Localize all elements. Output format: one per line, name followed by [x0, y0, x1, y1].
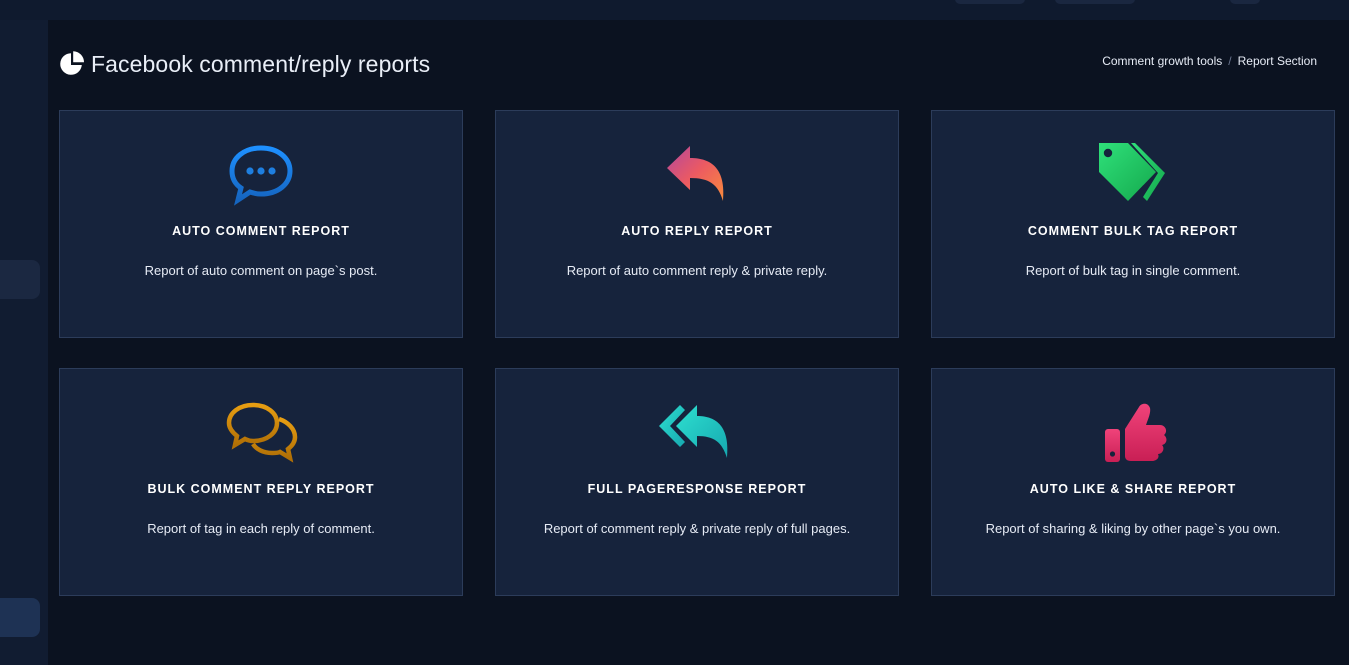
sidebar — [0, 20, 48, 665]
comment-dots-icon — [229, 145, 293, 206]
sidebar-item[interactable] — [0, 260, 40, 299]
breadcrumb-item-report-section: Report Section — [1237, 54, 1317, 68]
top-navbar — [0, 0, 1349, 20]
thumbs-up-icon — [1105, 403, 1167, 462]
breadcrumb: Comment growth tools / Report Section — [1102, 54, 1317, 68]
card-title: FULL PAGERESPONSE REPORT — [587, 482, 807, 496]
comments-icon — [226, 402, 298, 463]
breadcrumb-item-comment-growth-tools[interactable]: Comment growth tools — [1102, 54, 1222, 68]
card-description: Report of comment reply & private reply … — [543, 521, 851, 536]
card-title: BULK COMMENT REPLY REPORT — [147, 482, 375, 496]
card-title: AUTO LIKE & SHARE REPORT — [1029, 482, 1237, 496]
card-description: Report of tag in each reply of comment. — [147, 521, 375, 536]
title-wrap: Facebook comment/reply reports — [59, 48, 430, 80]
sidebar-item-active[interactable] — [0, 598, 40, 637]
navbar-avatar[interactable] — [1230, 0, 1260, 4]
page-title: Facebook comment/reply reports — [91, 50, 431, 77]
navbar-item[interactable] — [1055, 0, 1135, 4]
card-auto-comment-report[interactable]: AUTO COMMENT REPORT Report of auto comme… — [59, 110, 463, 338]
card-bulk-comment-reply-report[interactable]: BULK COMMENT REPLY REPORT Report of tag … — [59, 368, 463, 596]
card-full-pageresponse-report[interactable]: FULL PAGERESPONSE REPORT Report of comme… — [495, 368, 899, 596]
card-title: COMMENT BULK TAG REPORT — [1027, 224, 1239, 238]
page-header: Facebook comment/reply reports Comment g… — [59, 48, 1337, 80]
card-auto-reply-report[interactable]: AUTO REPLY REPORT Report of auto comment… — [495, 110, 899, 338]
card-auto-like-share-report[interactable]: AUTO LIKE & SHARE REPORT Report of shari… — [931, 368, 1335, 596]
card-description: Report of sharing & liking by other page… — [985, 521, 1281, 536]
navbar-item[interactable] — [955, 0, 1025, 4]
reply-all-icon — [659, 405, 728, 458]
card-title: AUTO REPLY REPORT — [621, 224, 773, 238]
card-comment-bulk-tag-report[interactable]: COMMENT BULK TAG REPORT Report of bulk t… — [931, 110, 1335, 338]
reply-icon — [667, 146, 724, 201]
tags-icon — [1099, 143, 1165, 201]
card-title: AUTO COMMENT REPORT — [172, 224, 350, 238]
breadcrumb-separator: / — [1228, 54, 1232, 68]
card-description: Report of auto comment reply & private r… — [566, 263, 828, 278]
pie-chart-icon — [60, 51, 84, 75]
card-description: Report of bulk tag in single comment. — [1025, 263, 1241, 278]
card-description: Report of auto comment on page`s post. — [144, 263, 378, 278]
